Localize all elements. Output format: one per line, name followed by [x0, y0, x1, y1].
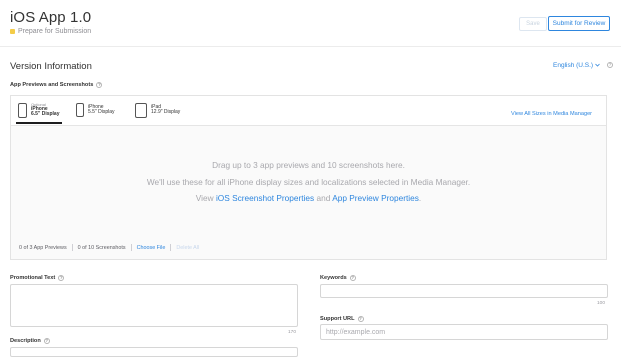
promotional-text-counter: 170: [288, 330, 297, 335]
app-preview-properties-link[interactable]: App Preview Properties: [332, 193, 419, 203]
previews-heading: App Previews and Screenshots ?: [10, 82, 103, 88]
tab-sublabel: 5.5" Display: [88, 109, 115, 115]
choose-file-button[interactable]: Choose File: [137, 245, 166, 251]
section-title: Version Information: [10, 61, 92, 72]
keywords-field[interactable]: [320, 284, 608, 298]
promotional-text-field[interactable]: [10, 284, 298, 327]
description-label-text: Description: [10, 338, 41, 344]
language-label: English (U.S.): [553, 62, 594, 69]
help-icon[interactable]: ?: [607, 62, 613, 68]
keywords-counter: 100: [597, 301, 606, 306]
header-divider: [0, 46, 621, 47]
previews-heading-text: App Previews and Screenshots: [10, 82, 94, 88]
active-tab-indicator: [16, 122, 62, 124]
status-indicator-icon: [10, 29, 15, 34]
help-icon[interactable]: ?: [58, 275, 65, 281]
keywords-label-text: Keywords: [320, 275, 347, 281]
tab-sublabel: 12.9" Display: [151, 109, 181, 115]
help-icon[interactable]: ?: [96, 82, 103, 88]
support-url-label: Support URL ?: [320, 316, 364, 322]
submission-status: Prepare for Submission: [10, 28, 91, 35]
description-label: Description ?: [10, 338, 50, 344]
support-url-label-text: Support URL: [320, 316, 355, 322]
tab-iphone-5-5[interactable]: iPhone 5.5" Display: [76, 99, 115, 121]
support-url-field[interactable]: http://example.com: [320, 324, 608, 340]
language-select[interactable]: English (U.S.): [553, 62, 600, 69]
screenshots-count: 0 of 10 Screenshots: [77, 244, 126, 251]
description-field[interactable]: [10, 347, 298, 357]
iphone-device-icon: [76, 103, 84, 117]
app-title: iOS App 1.0: [10, 9, 92, 26]
divider: [170, 244, 172, 251]
help-icon[interactable]: ?: [43, 338, 50, 344]
divider: [71, 244, 73, 251]
promotional-text-label: Promotional Text ?: [10, 275, 65, 281]
drag-properties-line: View iOS Screenshot Properties and App P…: [11, 193, 606, 203]
help-icon[interactable]: ?: [357, 316, 364, 322]
status-text: Prepare for Submission: [18, 28, 92, 35]
tab-sublabel: 6.5" Display: [31, 111, 60, 118]
ios-screenshot-properties-link[interactable]: iOS Screenshot Properties: [216, 193, 314, 203]
keywords-label: Keywords ?: [320, 275, 356, 281]
divider: [130, 244, 132, 251]
promotional-text-label-text: Promotional Text: [10, 275, 56, 281]
ipad-device-icon: [135, 102, 147, 118]
media-footer: 0 of 3 App Previews 0 of 10 Screenshots …: [19, 244, 199, 251]
delete-all-button[interactable]: Delete All: [176, 245, 199, 251]
iphone-device-icon: [18, 102, 27, 118]
app-previews-count: 0 of 3 App Previews: [19, 244, 67, 251]
tab-ipad-12-9[interactable]: iPad 12.9" Display: [135, 99, 180, 121]
submit-for-review-button[interactable]: Submit for Review: [548, 16, 610, 31]
drag-period: .: [418, 193, 422, 203]
drag-instruction-detail: We'll use these for all iPhone display s…: [146, 177, 471, 187]
help-icon[interactable]: ?: [349, 275, 356, 281]
drag-instruction: Drag up to 3 app previews and 10 screens…: [212, 160, 405, 170]
drag-and-text: and: [316, 193, 331, 203]
chevron-down-icon: [595, 62, 600, 69]
drag-view-text: View: [195, 193, 214, 203]
save-button[interactable]: Save: [519, 17, 547, 31]
tab-iphone-6-5[interactable]: Optional iPhone 6.5" Display: [18, 99, 60, 121]
view-all-sizes-link[interactable]: View All Sizes in Media Manager: [511, 111, 592, 117]
